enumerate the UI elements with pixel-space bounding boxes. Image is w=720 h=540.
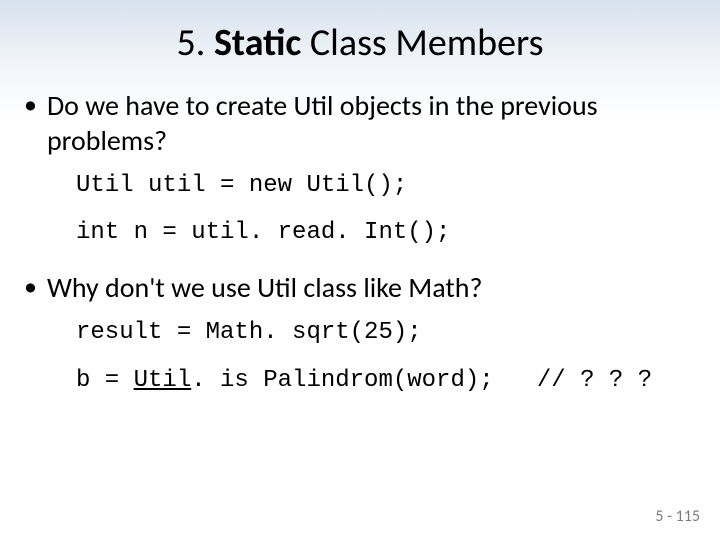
bullet-icon: • xyxy=(24,88,37,121)
bullet-1: • Do we have to create Util objects in t… xyxy=(28,88,692,158)
title-prefix: 5. xyxy=(177,20,214,66)
bullet-1-text: Do we have to create Util objects in the… xyxy=(47,88,692,158)
bullet-2-text: Why don't we use Util class like Math? xyxy=(47,270,482,305)
code-underlined: Util xyxy=(134,367,192,394)
bullet-2: • Why don't we use Util class like Math? xyxy=(28,270,692,305)
slide-title: 5. Static Class Members xyxy=(28,20,692,66)
bullet-icon: • xyxy=(24,270,37,303)
title-suffix: Class Members xyxy=(301,20,543,66)
code-line: result = Math. sqrt(25); xyxy=(76,317,692,348)
code-line: int n = util. read. Int(); xyxy=(76,217,692,248)
code-block-2: result = Math. sqrt(25); b = Util. is Pa… xyxy=(76,317,692,395)
code-post: . is Palindrom(word); // ? ? ? xyxy=(191,367,652,394)
code-line: Util util = new Util(); xyxy=(76,170,692,201)
page-number: 5 - 115 xyxy=(655,507,700,526)
slide: 5. Static Class Members • Do we have to … xyxy=(0,0,720,540)
code-line: b = Util. is Palindrom(word); // ? ? ? xyxy=(76,365,692,396)
code-block-1: Util util = new Util(); int n = util. re… xyxy=(76,170,692,248)
title-bold: Static xyxy=(214,20,301,66)
code-pre: b = xyxy=(76,367,134,394)
